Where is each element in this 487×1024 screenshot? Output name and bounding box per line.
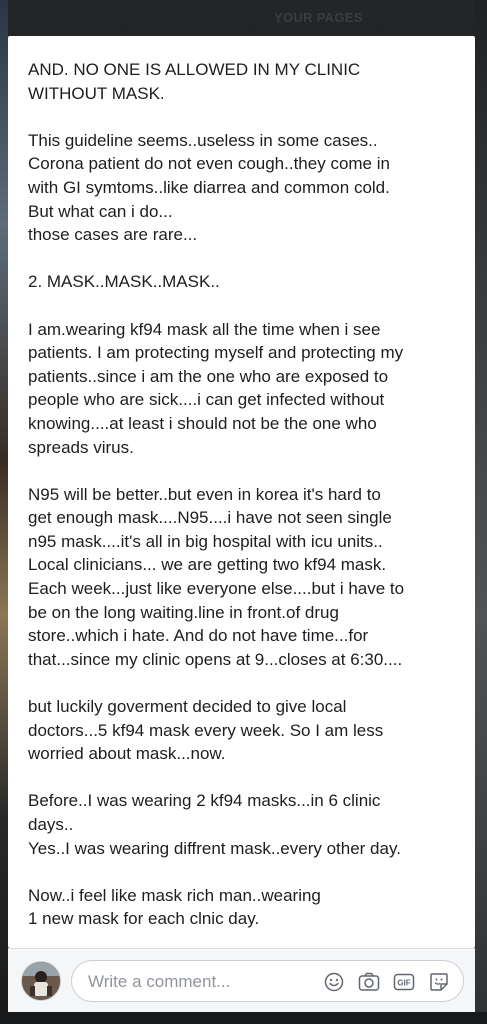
post-line: 1 new mask for each clnic day.: [28, 909, 260, 929]
gif-icon[interactable]: GIF: [392, 970, 416, 994]
post-line: N95 will be better..but even in korea it…: [28, 484, 381, 504]
post-paragraph: but luckily goverment decided to give lo…: [28, 695, 468, 766]
post-line: patients. I am protecting myself and pro…: [28, 343, 404, 363]
post-paragraph: AND. NO ONE IS ALLOWED IN MY CLINIC WITHO…: [28, 58, 468, 105]
post-line: days..: [28, 815, 74, 834]
post-line: n95 mask....it's all in big hospital wit…: [28, 531, 383, 551]
post-line: Each week...just like everyone else....b…: [28, 579, 405, 599]
post-line: Before..I was wearing 2 kf94 masks...in …: [28, 791, 381, 811]
post-line: store..which i hate. And do not have tim…: [28, 626, 369, 646]
post-body: AND. NO ONE IS ALLOWED IN MY CLINIC WITHO…: [28, 58, 468, 931]
post-paragraph: 2. MASK..MASK..MASK..: [28, 270, 468, 294]
post-paragraph: This guideline seems..useless in some ca…: [28, 129, 468, 247]
post-line: Yes..I was wearing diffrent mask..every …: [28, 838, 401, 858]
post-line: worried about mask...now.: [28, 744, 226, 764]
post-line: AND. NO ONE IS ALLOWED IN MY CLINIC: [28, 60, 361, 79]
post-line: those cases are rare...: [28, 225, 198, 245]
comment-placeholder: Write a comment...: [88, 972, 231, 991]
post-paragraph: I am.wearing kf94 mask all the time when…: [28, 318, 468, 460]
post-line: spreads virus.: [28, 437, 134, 457]
post-line: WITHOUT MASK.: [28, 83, 165, 103]
post-line: This guideline seems..useless in some ca…: [28, 130, 378, 150]
post-line: be on the long waiting.line in front.of …: [28, 602, 339, 622]
camera-icon[interactable]: [357, 970, 381, 994]
svg-text:GIF: GIF: [397, 979, 410, 988]
post-line: But what can i do...: [28, 201, 173, 221]
comment-bar: Write a comment... GIF: [8, 948, 475, 1012]
emoji-icon[interactable]: [322, 970, 346, 994]
post-line: get enough mask....N95....i have not see…: [28, 508, 392, 528]
post-line: knowing....at least i should not be the …: [28, 413, 377, 433]
post-line: 2. MASK..MASK..MASK..: [28, 272, 220, 292]
post-line: patients..since i am the one who are exp…: [28, 366, 389, 386]
avatar-photo: [22, 962, 60, 1000]
comment-input-icons: GIF: [322, 970, 451, 994]
post-line: Corona patient do not even cough..they c…: [28, 154, 390, 174]
post-card: AND. NO ONE IS ALLOWED IN MY CLINIC WITHO…: [8, 36, 475, 948]
post-line: doctors...5 kf94 mask every week. So I a…: [28, 720, 384, 740]
post-paragraph: Before..I was wearing 2 kf94 masks...in …: [28, 789, 468, 860]
background-right-edge: [475, 0, 487, 1024]
bottom-strip: [0, 1012, 487, 1024]
post-paragraph: N95 will be better..but even in korea it…: [28, 483, 468, 672]
sticker-icon[interactable]: [427, 970, 451, 994]
background-photo-edge: [0, 0, 8, 1024]
post-line: but luckily goverment decided to give lo…: [28, 697, 347, 717]
avatar[interactable]: [21, 961, 61, 1001]
post-line: Now..i feel like mask rich man..wearing: [28, 885, 321, 905]
post-line: people who are sick....i can get infecte…: [28, 390, 385, 410]
your-pages-heading: YOUR PAGES: [274, 10, 363, 25]
post-line: with GI symtoms..like diarrea and common…: [28, 177, 390, 197]
comment-input[interactable]: Write a comment... GIF: [71, 960, 464, 1002]
post-line: I am.wearing kf94 mask all the time when…: [28, 319, 381, 339]
post-line: Local clinicians... we are getting two k…: [28, 555, 387, 575]
post-paragraph: Now..i feel like mask rich man..wearing 1…: [28, 884, 468, 931]
post-line: that...since my clinic opens at 9...clos…: [28, 649, 403, 669]
